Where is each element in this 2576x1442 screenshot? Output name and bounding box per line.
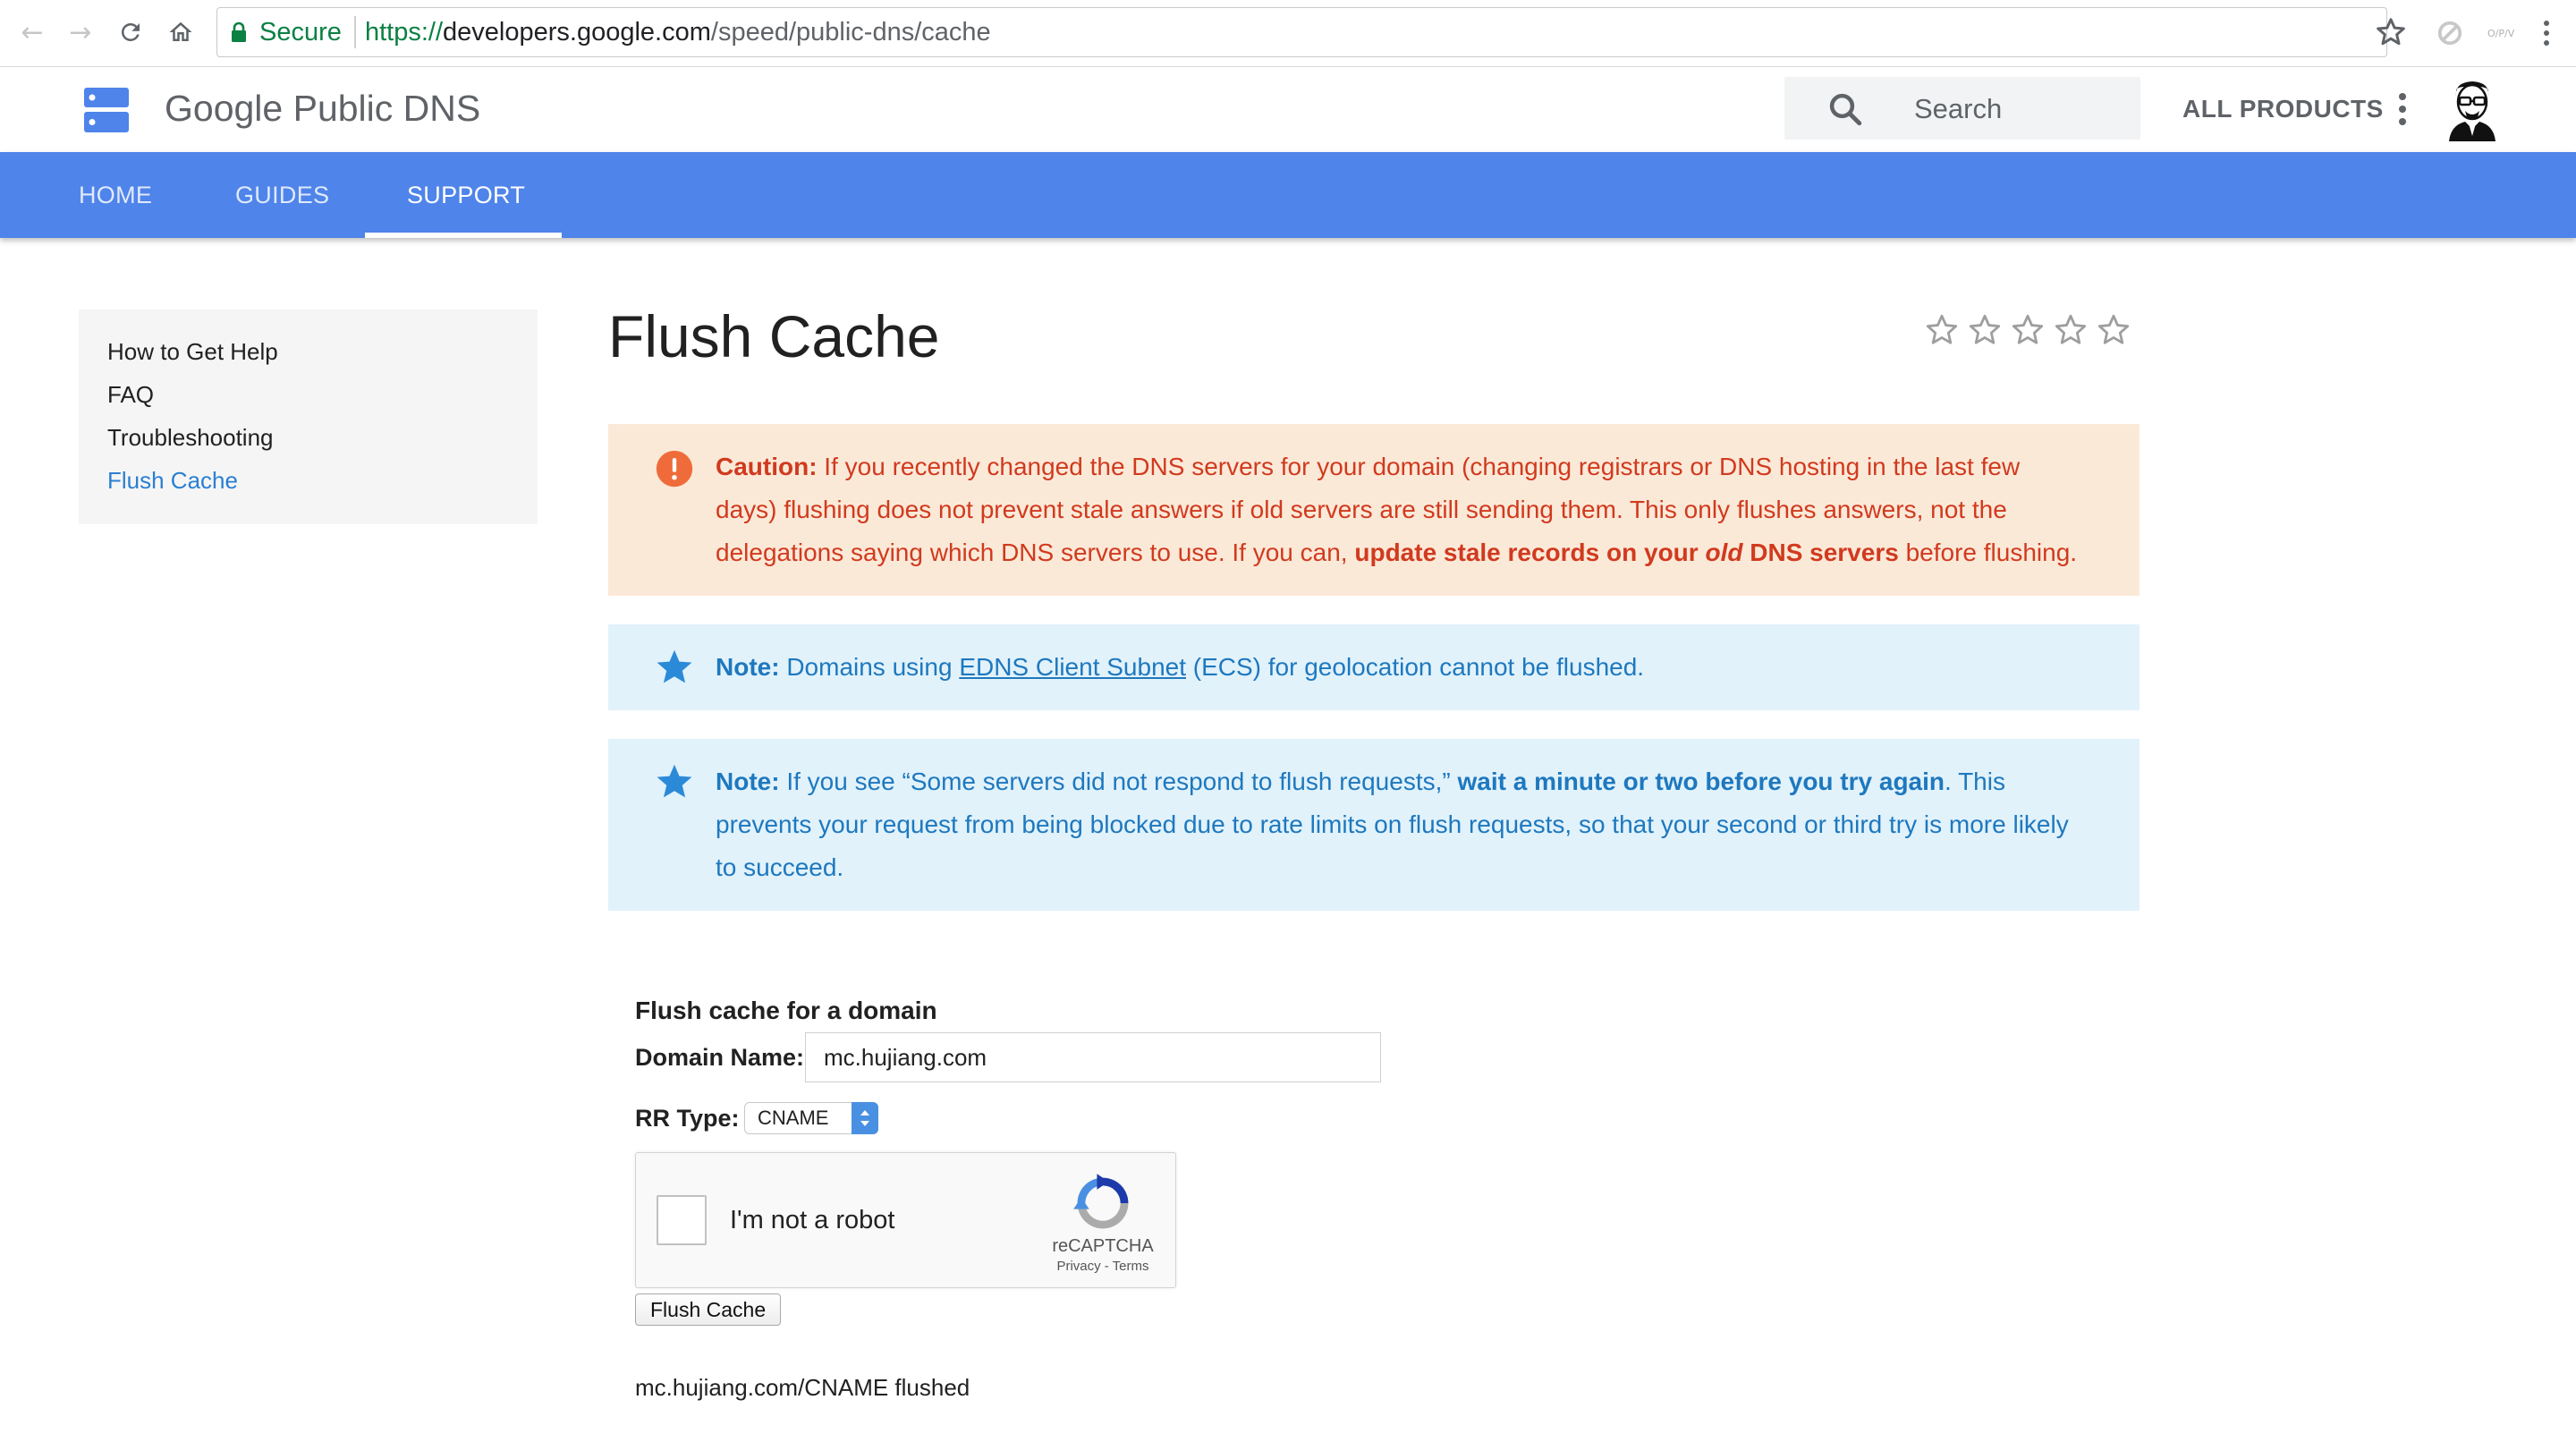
reload-icon[interactable] (113, 14, 148, 50)
tab-support[interactable]: SUPPORT (407, 152, 525, 238)
extension-icon[interactable] (2435, 18, 2465, 48)
note-callout-ecs: Note: Domains using EDNS Client Subnet (… (608, 624, 2140, 710)
sidebar-item-troubleshooting[interactable]: Troubleshooting (107, 422, 274, 453)
error-icon (656, 450, 693, 488)
caution-emphasis: update stale records on your old DNS ser… (1354, 539, 1898, 566)
extension-icon[interactable]: O/P/V (2483, 18, 2519, 48)
home-icon[interactable] (163, 14, 199, 50)
note2-body: If you see “Some servers did not respond… (779, 768, 1458, 795)
flush-cache-button[interactable]: Flush Cache (635, 1294, 782, 1326)
caution-emphasis-1: update stale records on your (1354, 539, 1706, 566)
tabs-bar (0, 152, 2576, 238)
form-title: Flush cache for a domain (635, 997, 937, 1024)
caution-callout: Caution: If you recently changed the DNS… (608, 424, 2140, 596)
rr-type-label: RR Type: (635, 1105, 740, 1132)
secure-label: Secure (259, 18, 342, 47)
note2-text: Note: If you see “Some servers did not r… (716, 760, 2086, 889)
omnibox-separator (354, 16, 356, 48)
recaptcha-brand: reCAPTCHA (1052, 1236, 1154, 1256)
caution-tail: before flushing. (1898, 539, 2078, 566)
page-rating[interactable] (1923, 311, 2132, 349)
recaptcha-logo-icon (1073, 1174, 1129, 1229)
note2-lead: Note: (716, 768, 780, 795)
caution-emphasis-2: DNS servers (1742, 539, 1899, 566)
note1-text: Note: Domains using EDNS Client Subnet (… (716, 646, 2086, 689)
bookmark-star-icon[interactable] (2373, 14, 2409, 50)
tab-guides[interactable]: GUIDES (235, 152, 329, 238)
note1-lead: Note: (716, 653, 780, 681)
search-icon[interactable] (1826, 90, 1864, 128)
rr-type-select[interactable]: CNAME (744, 1102, 878, 1134)
url-path: /speed/public-dns/cache (710, 18, 991, 47)
flush-result: mc.hujiang.com/CNAME flushed (635, 1374, 970, 1401)
recaptcha-privacy-terms-links[interactable]: Privacy - Terms (1045, 1258, 1161, 1276)
domain-name-label: Domain Name: (635, 1044, 805, 1071)
rating-star-icon[interactable] (1923, 311, 1961, 349)
note1-tail: (ECS) for geolocation cannot be flushed. (1186, 653, 1645, 681)
url-host: developers.google.com (443, 18, 711, 47)
sidebar-item-how-to-get-help[interactable]: How to Get Help (107, 336, 278, 367)
sidebar-item-flush-cache[interactable]: Flush Cache (107, 465, 238, 496)
note1-body: Domains using (779, 653, 960, 681)
star-note-icon (657, 649, 692, 683)
rating-star-icon[interactable] (1966, 311, 2004, 349)
note2-emphasis: wait a minute or two before you try agai… (1457, 768, 1945, 795)
public-dns-logo-icon[interactable] (84, 88, 129, 132)
search-input[interactable] (1912, 79, 2131, 140)
chrome-menu-icon[interactable] (2533, 18, 2560, 48)
star-note-icon (657, 764, 692, 798)
rating-star-icon[interactable] (2009, 311, 2046, 349)
all-products-link[interactable]: ALL PRODUCTS (2182, 91, 2384, 127)
note-callout-rate-limit: Note: If you see “Some servers did not r… (608, 739, 2140, 911)
rating-star-icon[interactable] (2052, 311, 2089, 349)
caution-emphasis-old: old (1705, 539, 1743, 566)
recaptcha-label: I'm not a robot (730, 1206, 895, 1234)
caution-text: Caution: If you recently changed the DNS… (716, 445, 2086, 574)
avatar[interactable] (2442, 77, 2503, 141)
product-name[interactable]: Google Public DNS (165, 86, 480, 131)
domain-name-input[interactable] (805, 1032, 1381, 1082)
svg-text:O/P/V: O/P/V (2487, 28, 2515, 39)
sidebar-item-faq[interactable]: FAQ (107, 379, 154, 410)
url-scheme: https:// (365, 18, 444, 47)
edns-client-subnet-link[interactable]: EDNS Client Subnet (959, 653, 1186, 681)
back-icon[interactable]: ← (14, 14, 50, 50)
url-text[interactable]: https://developers.google.com/speed/publ… (365, 16, 991, 48)
page-title: Flush Cache (608, 303, 940, 369)
rating-star-icon[interactable] (2095, 311, 2132, 349)
recaptcha-checkbox[interactable] (657, 1195, 707, 1245)
active-tab-indicator (365, 233, 562, 238)
rr-type-value: CNAME (758, 1107, 829, 1129)
lock-icon (232, 21, 246, 42)
select-stepper-icon (852, 1102, 878, 1134)
more-vert-icon[interactable] (2394, 89, 2411, 129)
forward-icon[interactable]: → (63, 14, 98, 50)
tab-home[interactable]: HOME (79, 152, 152, 238)
caution-lead: Caution: (716, 453, 818, 480)
